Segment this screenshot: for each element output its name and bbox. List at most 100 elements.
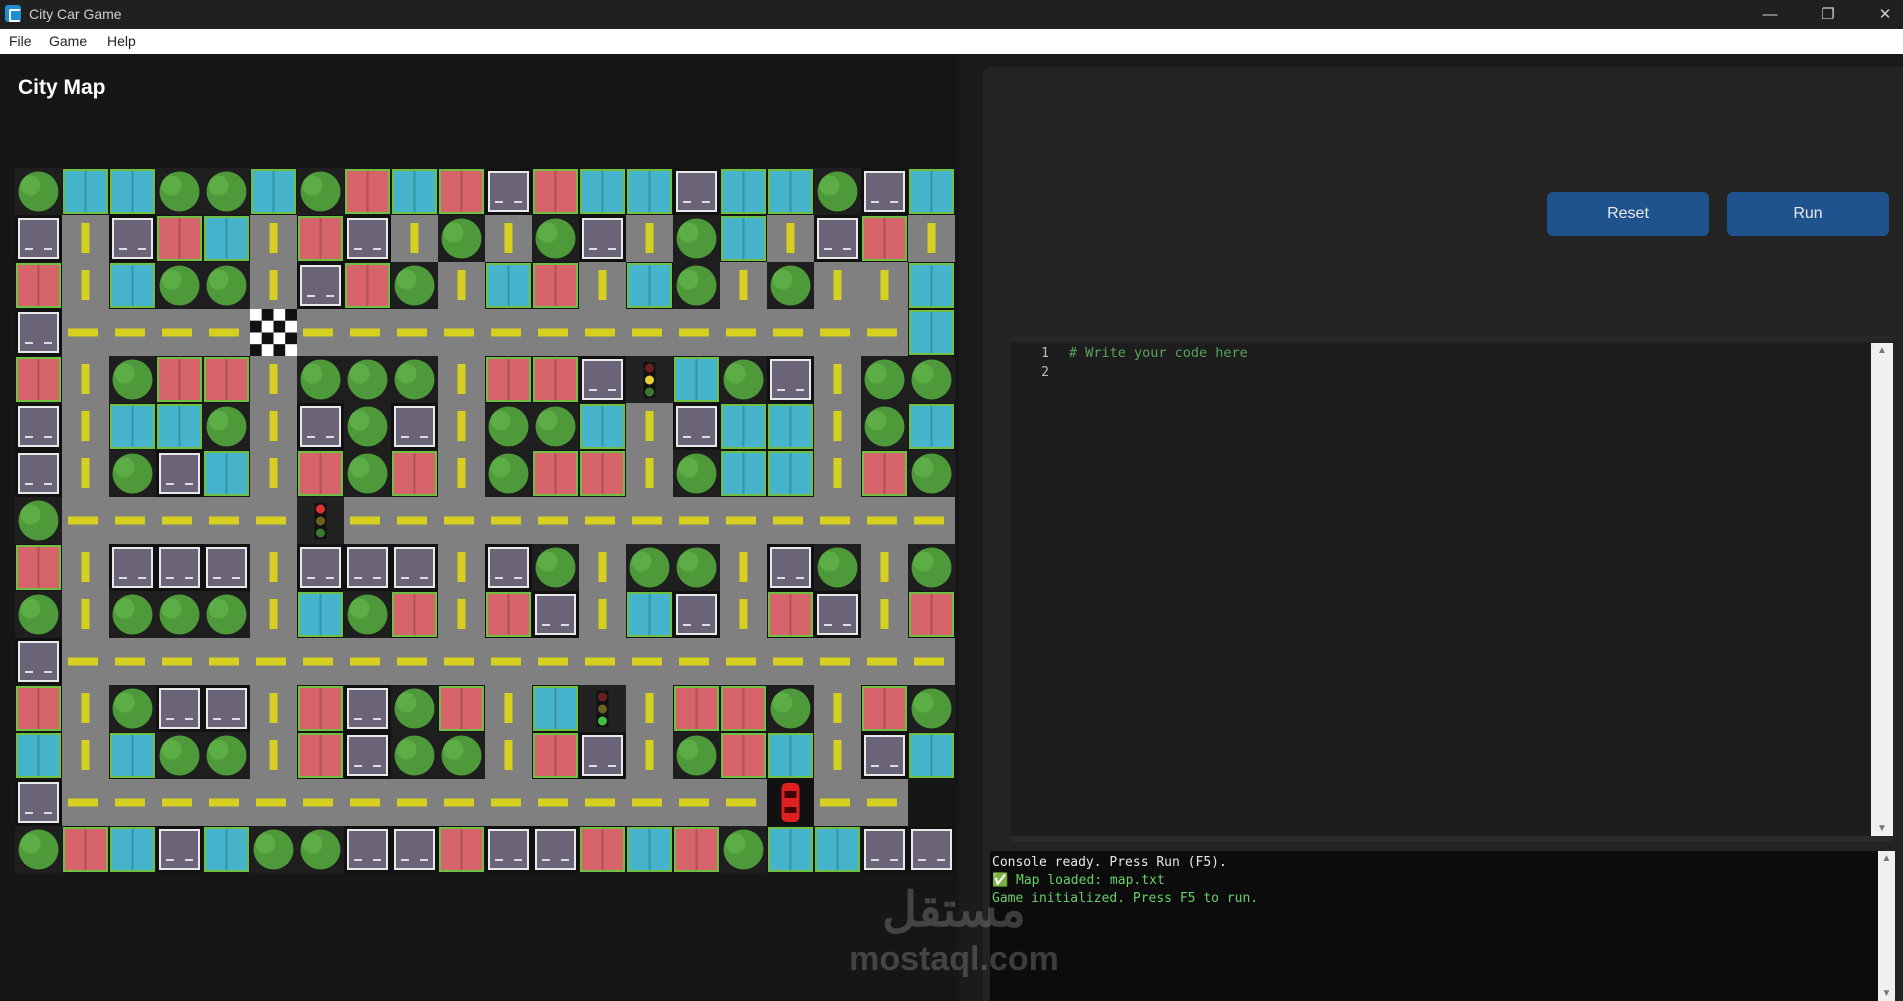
lane-marking bbox=[457, 364, 466, 394]
tree-icon bbox=[161, 598, 182, 619]
lane-marking bbox=[833, 411, 842, 441]
lane-marking bbox=[632, 516, 662, 525]
menu-game[interactable]: Game bbox=[49, 33, 87, 49]
lane-marking bbox=[645, 693, 654, 723]
finish-flag-square bbox=[273, 320, 286, 333]
title-bar: City Car Game — ❐ ✕ bbox=[0, 0, 1903, 29]
editor-scrollbar[interactable]: ▲ ▼ bbox=[1871, 343, 1893, 836]
garage-door bbox=[119, 577, 127, 579]
maximize-button[interactable]: ❐ bbox=[1800, 0, 1856, 29]
lane-marking bbox=[350, 328, 380, 337]
tree-icon bbox=[114, 692, 135, 713]
garage-building bbox=[300, 406, 341, 447]
garage-building bbox=[112, 547, 153, 588]
building-ridge bbox=[37, 265, 40, 306]
garage-door bbox=[138, 577, 146, 579]
building-ridge bbox=[413, 171, 416, 212]
lane-marking bbox=[444, 798, 474, 807]
building-ridge bbox=[930, 594, 933, 635]
tree-icon bbox=[866, 363, 887, 384]
garage-door bbox=[25, 248, 33, 250]
lane-marking bbox=[81, 411, 90, 441]
close-button[interactable]: ✕ bbox=[1857, 0, 1903, 29]
lane-marking bbox=[269, 270, 278, 300]
lane-marking bbox=[209, 798, 239, 807]
building-ridge bbox=[178, 359, 181, 400]
lane-marking bbox=[833, 693, 842, 723]
tree-icon bbox=[161, 269, 182, 290]
minimize-button[interactable]: — bbox=[1742, 0, 1798, 29]
menu-file[interactable]: File bbox=[9, 33, 32, 49]
lane-marking bbox=[833, 740, 842, 770]
garage-door bbox=[373, 765, 381, 767]
tree-icon bbox=[302, 175, 323, 196]
code-text[interactable]: # Write your code here bbox=[1069, 344, 1248, 363]
building-ridge bbox=[272, 171, 275, 212]
building-ridge bbox=[789, 594, 792, 635]
lane-marking bbox=[269, 693, 278, 723]
tree-icon bbox=[537, 551, 558, 572]
garage-door bbox=[326, 436, 334, 438]
lane-marking bbox=[81, 599, 90, 629]
tree-icon bbox=[913, 692, 934, 713]
lane-marking bbox=[679, 798, 709, 807]
lane-marking bbox=[269, 552, 278, 582]
lane-marking bbox=[585, 657, 615, 666]
tree-icon bbox=[678, 222, 699, 243]
garage-door bbox=[326, 577, 334, 579]
garage-door bbox=[589, 765, 597, 767]
garage-door bbox=[119, 248, 127, 250]
garage-door bbox=[354, 718, 362, 720]
lane-marking bbox=[632, 798, 662, 807]
tree-icon bbox=[302, 833, 323, 854]
scroll-down-icon[interactable]: ▼ bbox=[1871, 823, 1893, 834]
building-ridge bbox=[131, 406, 134, 447]
garage-building bbox=[18, 218, 59, 259]
building-ridge bbox=[742, 688, 745, 729]
building-ridge bbox=[601, 171, 604, 212]
scroll-down-icon[interactable]: ▼ bbox=[1878, 988, 1895, 999]
lane-marking bbox=[833, 458, 842, 488]
building-ridge bbox=[648, 265, 651, 306]
lane-marking bbox=[726, 657, 756, 666]
building-ridge bbox=[178, 406, 181, 447]
garage-building bbox=[535, 594, 576, 635]
lane-marking bbox=[880, 552, 889, 582]
building-ridge bbox=[883, 218, 886, 259]
lane-marking bbox=[739, 552, 748, 582]
lane-marking bbox=[833, 364, 842, 394]
panel-divider[interactable] bbox=[959, 54, 981, 1001]
tree-icon bbox=[490, 457, 511, 478]
garage-building bbox=[300, 265, 341, 306]
lane-marking bbox=[256, 798, 286, 807]
garage-building bbox=[817, 218, 858, 259]
lane-marking bbox=[303, 798, 333, 807]
garage-building bbox=[864, 735, 905, 776]
garage-building bbox=[676, 406, 717, 447]
garage-building bbox=[347, 829, 388, 870]
scroll-up-icon[interactable]: ▲ bbox=[1878, 853, 1895, 864]
garage-building bbox=[18, 782, 59, 823]
lane-marking bbox=[269, 458, 278, 488]
garage-door bbox=[702, 436, 710, 438]
scroll-up-icon[interactable]: ▲ bbox=[1871, 345, 1893, 356]
console-output[interactable]: Console ready. Press Run (F5). ✅ Map loa… bbox=[990, 851, 1878, 1001]
traffic-light-lamp bbox=[316, 504, 325, 514]
garage-building bbox=[112, 218, 153, 259]
garage-door bbox=[25, 342, 33, 344]
building-ridge bbox=[131, 829, 134, 870]
console-scrollbar[interactable]: ▲ ▼ bbox=[1878, 851, 1895, 1001]
garage-door bbox=[307, 436, 315, 438]
garage-door bbox=[608, 765, 616, 767]
code-editor[interactable]: 1 2 # Write your code here ▲ ▼ bbox=[1011, 343, 1893, 836]
lane-marking bbox=[679, 516, 709, 525]
garage-door bbox=[589, 389, 597, 391]
tree-icon bbox=[349, 363, 370, 384]
reset-button[interactable]: Reset bbox=[1547, 192, 1709, 236]
building-ridge bbox=[225, 359, 228, 400]
menu-help[interactable]: Help bbox=[107, 33, 136, 49]
building-ridge bbox=[460, 688, 463, 729]
run-button[interactable]: Run bbox=[1727, 192, 1889, 236]
tree-icon bbox=[678, 739, 699, 760]
lane-marking bbox=[504, 693, 513, 723]
